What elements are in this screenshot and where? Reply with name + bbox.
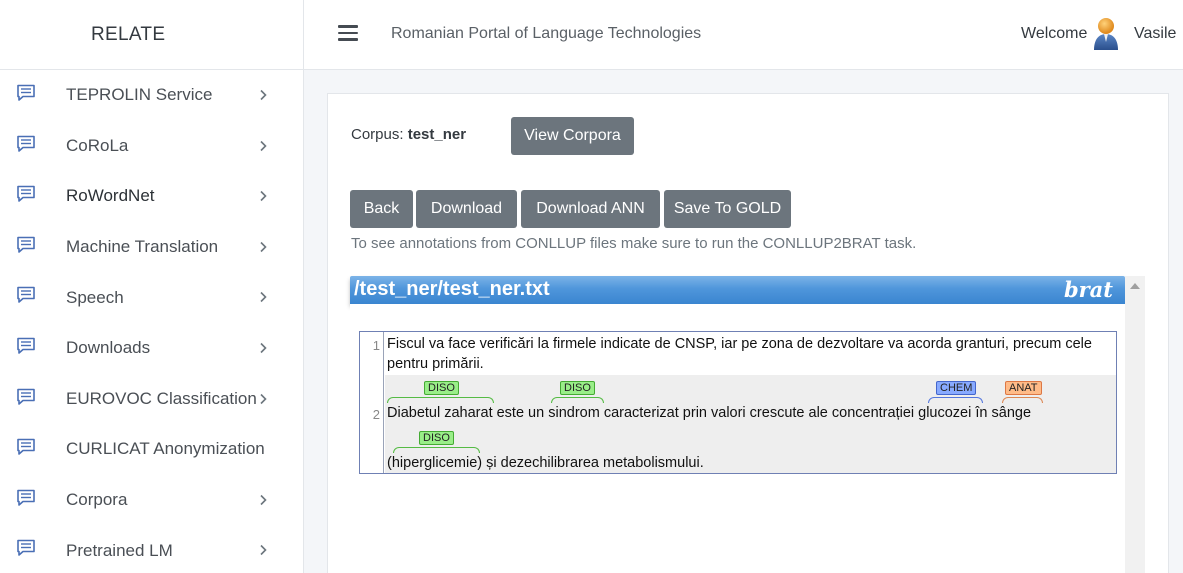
download-ann-button[interactable]: Download ANN <box>521 190 660 228</box>
sentence-2-line-2: (hiperglicemie) și dezechilibrarea metab… <box>387 455 704 471</box>
sidebar: RELATE TEPROLIN Service CoRoLa RoWordNet Ma… <box>0 0 304 573</box>
entity-glucozei[interactable]: glucozei <box>918 405 971 421</box>
sidebar-item-label: TEPROLIN Service <box>66 85 213 105</box>
chevron-right-icon <box>260 191 267 202</box>
menu-toggle-icon[interactable] <box>338 25 358 41</box>
chevron-right-icon <box>260 545 267 556</box>
sidebar-item-corola[interactable]: CoRoLa <box>0 121 303 172</box>
sidebar-item-label: Speech <box>66 287 124 307</box>
entity-span-hiperglicemie <box>393 447 480 453</box>
text-segment: caracterizat prin valori crescute ale co… <box>599 405 919 421</box>
welcome-text: Welcome <box>1021 25 1088 42</box>
top-navbar: Romanian Portal of Language Technologies… <box>304 0 1183 70</box>
chevron-right-icon <box>260 292 267 303</box>
download-button[interactable]: Download <box>416 190 517 228</box>
sentence-2-line-1: Diabetul zaharat este un sindrom caracte… <box>387 405 1031 421</box>
corpus-name: test_ner <box>407 126 467 143</box>
chat-icon <box>17 489 35 506</box>
sidebar-item-downloads[interactable]: Downloads <box>0 323 303 374</box>
chat-icon <box>17 337 35 354</box>
entity-span-sange <box>1002 397 1043 403</box>
text-segment: ) și dezechilibrarea metabolismului. <box>477 455 704 471</box>
sidebar-item-curlicat-anonymization[interactable]: CURLICAT Anonymization <box>0 424 303 475</box>
chevron-right-icon <box>260 342 267 354</box>
chat-icon <box>17 388 35 405</box>
sidebar-item-eurovoc-classification[interactable]: EUROVOC Classification <box>0 374 303 425</box>
chat-icon <box>17 135 35 152</box>
sidebar-item-machine-translation[interactable]: Machine Translation <box>0 222 303 273</box>
portal-title: Romanian Portal of Language Technologies <box>391 25 702 42</box>
sidebar-item-label: EUROVOC Classification <box>66 388 257 408</box>
sidebar-item-label: Downloads <box>66 338 151 358</box>
corpus-label: Corpus: <box>351 126 404 143</box>
entity-hiperglicemie[interactable]: hiperglicemie <box>392 455 477 471</box>
chevron-right-icon <box>260 393 267 404</box>
username[interactable]: Vasile <box>1134 25 1176 43</box>
document-path: /test_ner/test_ner.txt <box>354 278 550 300</box>
sidebar-item-speech[interactable]: Speech <box>0 272 303 323</box>
brat-logo: brat <box>1063 277 1113 302</box>
entity-diabetul-zaharat[interactable]: Diabetul zaharat <box>387 405 493 421</box>
text-segment: în <box>971 405 992 421</box>
sidebar-item-label: CoRoLa <box>66 135 129 155</box>
conllup-hint: To see annotations from CONLLUP files ma… <box>351 235 917 252</box>
sidebar-item-label: Pretrained LM <box>66 540 173 560</box>
entity-span-glucozei <box>928 397 983 403</box>
entity-tag-diso-sindrom[interactable]: DISO <box>560 381 595 395</box>
sidebar-item-pretrained-lm[interactable]: Pretrained LM <box>0 525 303 573</box>
brat-header: /test_ner/test_ner.txt brat <box>350 276 1125 304</box>
entity-tag-diso-hiperglicemie[interactable]: DISO <box>419 431 454 445</box>
user-avatar-icon[interactable] <box>1092 16 1120 50</box>
sidebar-item-label: RoWordNet <box>66 186 155 206</box>
sentence-1-line-2: pentru primării. <box>387 356 484 372</box>
chevron-right-icon <box>260 140 267 151</box>
entity-span-sindrom <box>551 397 604 403</box>
sidebar-nav: TEPROLIN Service CoRoLa RoWordNet Machine T… <box>0 70 303 573</box>
chevron-right-icon <box>260 494 267 505</box>
chat-icon <box>17 540 35 557</box>
sidebar-item-rowordnet[interactable]: RoWordNet <box>0 171 303 222</box>
entity-span-diabetul <box>387 397 494 403</box>
text-segment: este un <box>492 405 549 421</box>
back-button[interactable]: Back <box>350 190 413 228</box>
view-corpora-button[interactable]: View Corpora <box>511 117 634 155</box>
entity-tag-diso-diabetul[interactable]: DISO <box>424 381 459 395</box>
sidebar-item-teprolin-service[interactable]: TEPROLIN Service <box>0 70 303 121</box>
sidebar-item-label: Machine Translation <box>66 237 219 257</box>
chat-icon <box>17 84 35 101</box>
save-to-gold-button[interactable]: Save To GOLD <box>664 190 791 228</box>
line-number-1: 1 <box>372 338 380 353</box>
sentence-1-line-1: Fiscul va face verificări la firmele ind… <box>387 336 1092 352</box>
entity-tag-chem-glucozei[interactable]: CHEM <box>936 381 977 395</box>
chat-icon <box>17 438 35 455</box>
entity-sange[interactable]: sânge <box>992 405 1032 421</box>
line-number-gutter <box>360 332 384 473</box>
corpus-info: Corpus: test_ner <box>351 126 466 143</box>
brand-logo[interactable]: RELATE <box>0 0 303 70</box>
scroll-up-icon[interactable] <box>1130 283 1140 289</box>
sidebar-item-corpora[interactable]: Corpora <box>0 475 303 526</box>
corpus-card: Corpus: test_ner View Corpora Back Downl… <box>327 93 1169 573</box>
chat-icon <box>17 185 35 202</box>
sidebar-item-label: CURLICAT Anonymization <box>66 439 265 459</box>
chat-icon <box>17 236 35 253</box>
chat-icon <box>17 287 35 304</box>
chevron-right-icon <box>260 241 267 252</box>
brat-scrollbar[interactable] <box>1125 276 1145 573</box>
line-number-2: 2 <box>372 407 380 422</box>
entity-tag-anat-sange[interactable]: ANAT <box>1005 381 1042 395</box>
brat-document: 1 2 Fiscul va face verificări la firmele… <box>359 331 1117 474</box>
sidebar-item-label: Corpora <box>66 490 128 510</box>
entity-sindrom[interactable]: sindrom <box>548 405 600 421</box>
chevron-right-icon <box>260 89 267 101</box>
